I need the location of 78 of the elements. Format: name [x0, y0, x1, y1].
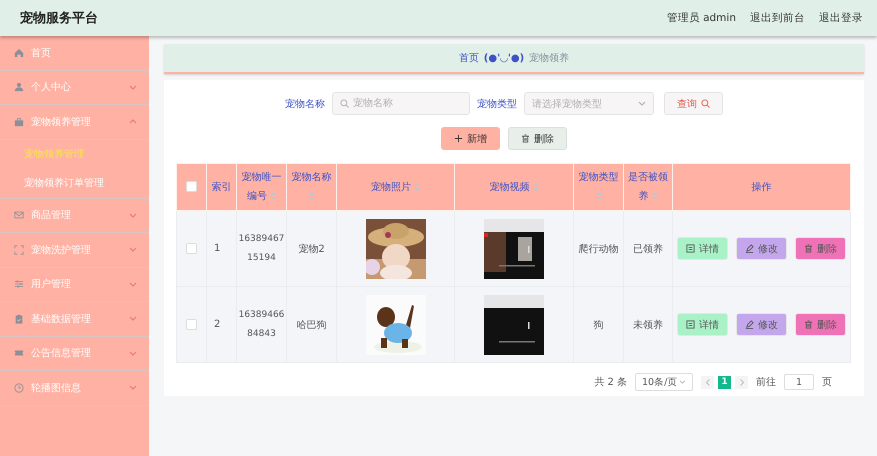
column-header[interactable]: 宠物照片 [336, 164, 454, 210]
table-cell: 爬行动物 [574, 210, 624, 286]
briefcase-icon [14, 116, 24, 127]
search-icon [701, 99, 710, 108]
home-icon [14, 48, 24, 58]
column-header[interactable]: 宠物唯一编号 [236, 164, 286, 210]
delete-button[interactable]: 删除 [795, 237, 846, 260]
add-button[interactable]: 新增 [441, 127, 500, 150]
delete-button[interactable]: 删除 [508, 127, 567, 150]
table-cell: 狗 [574, 286, 624, 362]
total-count: 共 2 条 [594, 376, 627, 389]
detail-button[interactable]: 详情 [677, 313, 728, 336]
page-size-dropdown[interactable]: 10条/页 [635, 373, 693, 391]
page-button[interactable]: 1 [718, 376, 731, 388]
row-checkbox[interactable] [186, 242, 197, 254]
trash-icon [521, 134, 530, 143]
table-cell: 1638946715194 [236, 210, 286, 286]
detail-button[interactable]: 详情 [677, 237, 728, 260]
sort-icon[interactable] [414, 182, 420, 191]
pencil-icon [745, 244, 754, 253]
trash-icon [804, 244, 813, 253]
breadcrumb-current: 宠物领养 [529, 52, 570, 65]
delete-button[interactable]: 删除 [795, 313, 846, 336]
field-label: 宠物类型 [477, 98, 517, 110]
sort-icon[interactable] [596, 192, 602, 200]
table-cell: 宠物2 [286, 210, 336, 286]
select-all-checkbox[interactable] [186, 181, 197, 192]
user-icon [14, 82, 24, 92]
breadcrumb-link[interactable]: 首页 [458, 51, 479, 65]
page-suffix: 页 [822, 376, 832, 389]
chevron-left-icon [706, 378, 710, 386]
table-cell: 未领养 [624, 286, 672, 362]
document-icon [686, 320, 695, 329]
header-link[interactable]: 退出登录 [819, 11, 863, 25]
column-header[interactable]: 宠物名称 [286, 164, 336, 210]
table-cell: 已领养 [624, 210, 672, 286]
column-header[interactable]: 操作 [672, 164, 850, 210]
plus-icon [454, 134, 463, 143]
table-cell: 哈巴狗 [286, 286, 336, 362]
header-link[interactable]: 管理员 admin [666, 11, 736, 25]
sort-icon[interactable] [308, 192, 314, 200]
sort-icon[interactable] [652, 192, 658, 200]
chevron-icon [638, 101, 646, 106]
clock-icon [14, 382, 24, 393]
page-input[interactable]: 1 [784, 374, 814, 390]
envelope-icon [14, 210, 24, 220]
table-cell: 1638946684843 [236, 286, 286, 362]
row-checkbox[interactable] [186, 318, 197, 330]
type-dropdown[interactable]: 请选择宠物类型 [524, 92, 654, 115]
goto-label: 前往 [756, 376, 776, 389]
field-label: 宠物名称 [285, 98, 325, 110]
table-cell: 2 [206, 286, 236, 362]
app-title: 宠物服务平台 [20, 10, 98, 27]
document-icon [686, 244, 695, 253]
breadcrumb-separator: (●'◡'●) [484, 52, 524, 64]
edit-button[interactable]: 修改 [736, 313, 787, 336]
ticket-icon [14, 348, 24, 358]
chevron-right-icon [740, 378, 744, 386]
header-link[interactable]: 退出到前台 [750, 11, 805, 25]
search-icon [340, 99, 349, 108]
column-header[interactable]: 宠物视频 [454, 164, 574, 210]
column-header[interactable]: 索引 [206, 164, 236, 210]
edit-button[interactable]: 修改 [736, 237, 787, 260]
trash-icon [804, 320, 813, 329]
sort-icon[interactable] [270, 192, 276, 200]
sort-icon[interactable] [532, 182, 539, 191]
frame-icon [14, 244, 24, 255]
clipboard-icon [14, 314, 24, 324]
column-header[interactable]: 宠物类型 [574, 164, 624, 210]
chevron-icon [679, 380, 686, 384]
previous-page-button[interactable] [701, 376, 714, 388]
search-button[interactable]: 查询 [664, 92, 723, 115]
column-header[interactable]: 是否被领养 [624, 164, 672, 210]
search-field[interactable]: 宠物名称 [332, 92, 470, 115]
sliders-icon [14, 279, 24, 290]
table-cell: 1 [206, 210, 236, 286]
pencil-icon [745, 320, 754, 329]
next-page-button[interactable] [735, 376, 748, 388]
